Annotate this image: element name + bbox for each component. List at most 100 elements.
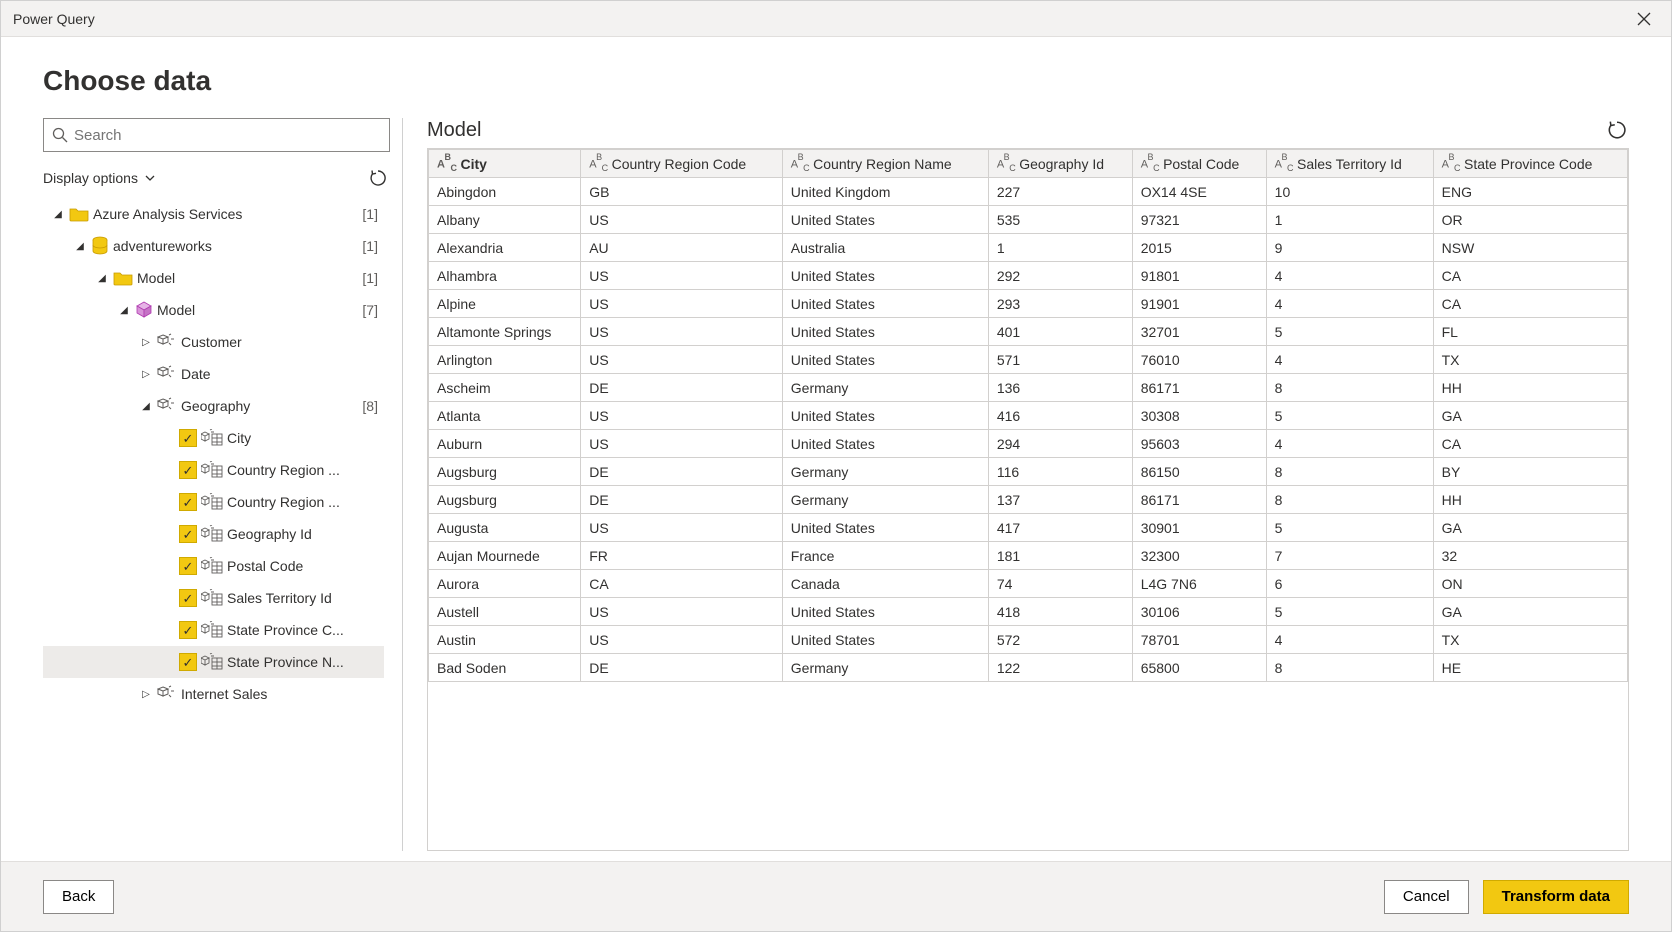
- table-cell[interactable]: GA: [1433, 402, 1627, 430]
- table-cell[interactable]: HH: [1433, 374, 1627, 402]
- table-cell[interactable]: Austell: [429, 598, 581, 626]
- table-cell[interactable]: Alexandria: [429, 234, 581, 262]
- table-cell[interactable]: 294: [988, 430, 1132, 458]
- table-cell[interactable]: 137: [988, 486, 1132, 514]
- table-row[interactable]: AugsburgDEGermany137861718HH: [429, 486, 1628, 514]
- table-cell[interactable]: 4: [1266, 262, 1433, 290]
- table-cell[interactable]: Germany: [782, 374, 988, 402]
- table-cell[interactable]: 6: [1266, 570, 1433, 598]
- refresh-nav-button[interactable]: [366, 166, 390, 190]
- table-cell[interactable]: Aurora: [429, 570, 581, 598]
- table-cell[interactable]: US: [581, 430, 783, 458]
- collapse-icon[interactable]: ◢: [139, 401, 153, 412]
- table-row[interactable]: AtlantaUSUnited States416303085GA: [429, 402, 1628, 430]
- table-cell[interactable]: HE: [1433, 654, 1627, 682]
- table-cell[interactable]: Germany: [782, 458, 988, 486]
- checkbox[interactable]: ✓: [179, 429, 197, 447]
- table-cell[interactable]: TX: [1433, 626, 1627, 654]
- table-cell[interactable]: 418: [988, 598, 1132, 626]
- table-cell[interactable]: Abingdon: [429, 178, 581, 206]
- table-cell[interactable]: 74: [988, 570, 1132, 598]
- table-cell[interactable]: Arlington: [429, 346, 581, 374]
- table-row[interactable]: AustinUSUnited States572787014TX: [429, 626, 1628, 654]
- table-row[interactable]: Bad SodenDEGermany122658008HE: [429, 654, 1628, 682]
- nav-item[interactable]: ✓State Province C...: [43, 614, 384, 646]
- table-cell[interactable]: GA: [1433, 598, 1627, 626]
- table-cell[interactable]: Germany: [782, 486, 988, 514]
- table-cell[interactable]: 5: [1266, 598, 1433, 626]
- checkbox[interactable]: ✓: [179, 557, 197, 575]
- table-row[interactable]: AlexandriaAUAustralia120159NSW: [429, 234, 1628, 262]
- table-cell[interactable]: DE: [581, 654, 783, 682]
- table-cell[interactable]: 293: [988, 290, 1132, 318]
- refresh-preview-button[interactable]: [1605, 118, 1629, 142]
- table-cell[interactable]: US: [581, 626, 783, 654]
- table-cell[interactable]: 95603: [1132, 430, 1266, 458]
- table-cell[interactable]: US: [581, 318, 783, 346]
- table-cell[interactable]: United States: [782, 626, 988, 654]
- table-cell[interactable]: CA: [1433, 430, 1627, 458]
- nav-item[interactable]: ◢Geography[8]: [43, 390, 384, 422]
- table-cell[interactable]: 91901: [1132, 290, 1266, 318]
- table-cell[interactable]: Augsburg: [429, 486, 581, 514]
- table-cell[interactable]: United States: [782, 318, 988, 346]
- nav-item[interactable]: ▷Customer: [43, 326, 384, 358]
- table-cell[interactable]: 86171: [1132, 374, 1266, 402]
- table-cell[interactable]: 416: [988, 402, 1132, 430]
- nav-item[interactable]: ✓Country Region ...: [43, 486, 384, 518]
- table-cell[interactable]: Ascheim: [429, 374, 581, 402]
- table-row[interactable]: AugsburgDEGermany116861508BY: [429, 458, 1628, 486]
- table-cell[interactable]: Canada: [782, 570, 988, 598]
- table-cell[interactable]: Augsburg: [429, 458, 581, 486]
- table-cell[interactable]: AU: [581, 234, 783, 262]
- table-cell[interactable]: FR: [581, 542, 783, 570]
- cancel-button[interactable]: Cancel: [1384, 880, 1469, 914]
- expand-icon[interactable]: ▷: [139, 369, 153, 380]
- table-cell[interactable]: 292: [988, 262, 1132, 290]
- table-cell[interactable]: US: [581, 346, 783, 374]
- nav-item[interactable]: ✓Sales Territory Id: [43, 582, 384, 614]
- table-cell[interactable]: 30106: [1132, 598, 1266, 626]
- nav-item[interactable]: ◢Model[7]: [43, 294, 384, 326]
- table-cell[interactable]: 227: [988, 178, 1132, 206]
- close-button[interactable]: [1629, 4, 1659, 34]
- table-cell[interactable]: United Kingdom: [782, 178, 988, 206]
- table-cell[interactable]: L4G 7N6: [1132, 570, 1266, 598]
- table-cell[interactable]: Altamonte Springs: [429, 318, 581, 346]
- table-cell[interactable]: United States: [782, 430, 988, 458]
- nav-item[interactable]: ✓State Province N...: [43, 646, 384, 678]
- column-header[interactable]: ABCGeography Id: [988, 150, 1132, 178]
- table-cell[interactable]: ENG: [1433, 178, 1627, 206]
- checkbox[interactable]: ✓: [179, 621, 197, 639]
- table-cell[interactable]: US: [581, 290, 783, 318]
- table-cell[interactable]: 32: [1433, 542, 1627, 570]
- table-cell[interactable]: 86150: [1132, 458, 1266, 486]
- nav-item[interactable]: ▷Date: [43, 358, 384, 390]
- nav-item[interactable]: ◢Model[1]: [43, 262, 384, 294]
- checkbox[interactable]: ✓: [179, 653, 197, 671]
- column-header[interactable]: ABCSales Territory Id: [1266, 150, 1433, 178]
- table-cell[interactable]: 4: [1266, 346, 1433, 374]
- table-cell[interactable]: 5: [1266, 318, 1433, 346]
- table-cell[interactable]: OR: [1433, 206, 1627, 234]
- table-cell[interactable]: Germany: [782, 654, 988, 682]
- table-cell[interactable]: NSW: [1433, 234, 1627, 262]
- table-cell[interactable]: Bad Soden: [429, 654, 581, 682]
- checkbox[interactable]: ✓: [179, 493, 197, 511]
- nav-item[interactable]: ✓Country Region ...: [43, 454, 384, 486]
- table-cell[interactable]: 8: [1266, 654, 1433, 682]
- nav-item[interactable]: ◢Azure Analysis Services[1]: [43, 198, 384, 230]
- nav-item[interactable]: ✓City: [43, 422, 384, 454]
- table-cell[interactable]: OX14 4SE: [1132, 178, 1266, 206]
- table-cell[interactable]: United States: [782, 598, 988, 626]
- table-cell[interactable]: US: [581, 262, 783, 290]
- nav-item[interactable]: ✓Postal Code: [43, 550, 384, 582]
- table-cell[interactable]: Albany: [429, 206, 581, 234]
- table-cell[interactable]: FL: [1433, 318, 1627, 346]
- table-cell[interactable]: BY: [1433, 458, 1627, 486]
- column-header[interactable]: ABCState Province Code: [1433, 150, 1627, 178]
- expand-icon[interactable]: ▷: [139, 689, 153, 700]
- table-cell[interactable]: US: [581, 598, 783, 626]
- table-cell[interactable]: United States: [782, 402, 988, 430]
- table-row[interactable]: AlbanyUSUnited States535973211OR: [429, 206, 1628, 234]
